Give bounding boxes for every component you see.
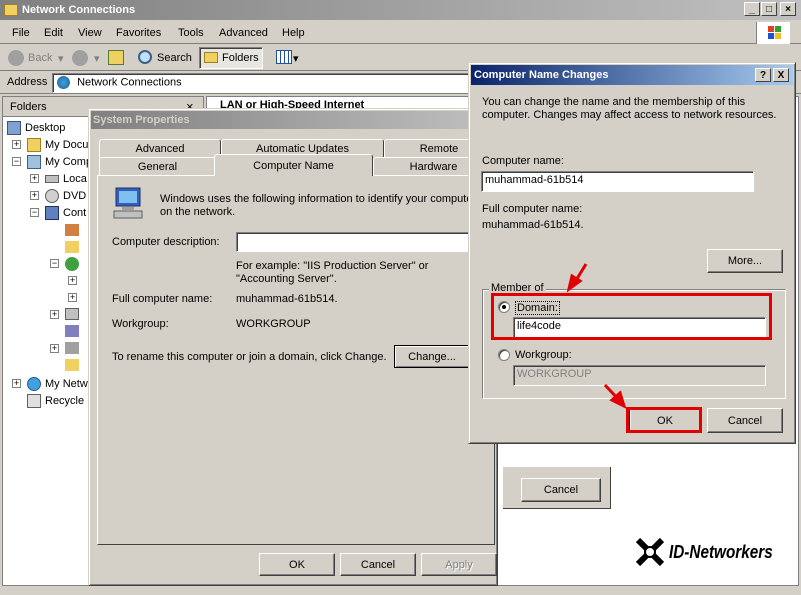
tab-computer-name[interactable]: Computer Name (214, 154, 373, 176)
annotation-arrows (566, 263, 627, 409)
